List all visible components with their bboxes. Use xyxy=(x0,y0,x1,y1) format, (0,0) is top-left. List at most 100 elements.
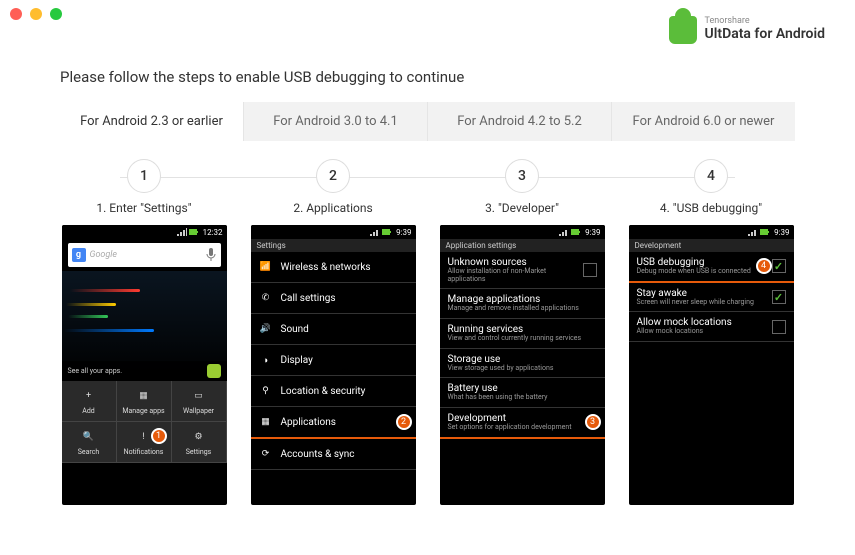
section-title: Application settings xyxy=(440,239,605,252)
google-logo-icon: g xyxy=(72,248,86,262)
step-3: 3 3. "Developer" 9:39 Application settin… xyxy=(440,159,605,505)
step-1: 1 1. Enter "Settings" 12:32 g Google See… xyxy=(62,159,227,505)
phone-icon: ✆ xyxy=(259,291,273,305)
home-hint-text: See all your apps. xyxy=(68,367,123,375)
settings-icon: ⚙ xyxy=(190,428,208,446)
row-sub: View storage used by applications xyxy=(448,365,597,373)
brand-main: UltData for Android xyxy=(705,27,825,42)
wifi-icon: 📶 xyxy=(259,260,273,274)
statusbar: 9:39 xyxy=(440,225,605,239)
step-1-label: 1. Enter "Settings" xyxy=(96,201,191,215)
tab-android-2-3[interactable]: For Android 2.3 or earlier xyxy=(60,102,244,141)
home-grid: + Add ▦ Manage apps ▭ Wallpaper 🔍 Search… xyxy=(62,381,227,463)
row-location: ⚲ Location & security xyxy=(251,376,416,407)
home-wallpaper: See all your apps. xyxy=(62,271,227,381)
row-stay-awake: Stay awake Screen will never sleep while… xyxy=(629,283,794,313)
home-label: Notifications xyxy=(124,448,164,456)
phone-3: 9:39 Application settings Unknown source… xyxy=(440,225,605,505)
statusbar: 9:39 xyxy=(629,225,794,239)
home-item-search: 🔍 Search xyxy=(62,422,117,463)
row-display: ◑ Display xyxy=(251,345,416,376)
statusbar-time: 12:32 xyxy=(203,228,223,237)
home-label: Wallpaper xyxy=(183,407,214,415)
row-usb-debugging: USB debugging Debug mode when USB is con… xyxy=(629,252,794,283)
tabs: For Android 2.3 or earlier For Android 3… xyxy=(60,102,795,141)
signal-icon xyxy=(559,228,569,236)
step-3-number: 3 xyxy=(505,159,539,193)
row-applications: ▦ Applications 2 xyxy=(251,407,416,439)
statusbar: 12:32 xyxy=(62,225,227,239)
row-running: Running services View and control curren… xyxy=(440,319,605,349)
sync-icon: ⟳ xyxy=(259,447,273,461)
row-sub: Manage and remove installed applications xyxy=(448,305,597,313)
step-4-label: 4. "USB debugging" xyxy=(660,201,762,215)
close-window-button[interactable] xyxy=(10,8,22,20)
home-item-settings: ⚙ Settings xyxy=(172,422,227,463)
row-title: Applications xyxy=(281,417,408,428)
step-1-number: 1 xyxy=(127,159,161,193)
signal-icon xyxy=(748,228,758,236)
home-hint: See all your apps. xyxy=(62,361,227,381)
row-title: Accounts & sync xyxy=(281,449,408,460)
row-accounts: ⟳ Accounts & sync xyxy=(251,439,416,470)
row-unknown-sources: Unknown sources Allow installation of no… xyxy=(440,252,605,289)
row-wireless: 📶 Wireless & networks xyxy=(251,252,416,283)
callout-2: 2 xyxy=(396,414,412,430)
display-icon: ◑ xyxy=(259,353,273,367)
steps: 1 1. Enter "Settings" 12:32 g Google See… xyxy=(0,141,855,505)
battery-icon xyxy=(189,228,199,236)
section-title: Settings xyxy=(251,239,416,252)
brand-icon xyxy=(669,16,697,44)
row-sub: Screen will never sleep while charging xyxy=(637,299,764,307)
callout-1: 1 xyxy=(151,428,167,444)
tab-android-3-0[interactable]: For Android 3.0 to 4.1 xyxy=(244,102,428,141)
callout-3: 3 xyxy=(585,414,601,430)
grid-icon: ▦ xyxy=(135,387,153,405)
home-item-manage-apps: ▦ Manage apps xyxy=(117,381,172,422)
signal-icon xyxy=(177,228,187,236)
statusbar-time: 9:39 xyxy=(396,228,411,237)
tab-android-4-2[interactable]: For Android 4.2 to 5.2 xyxy=(428,102,612,141)
home-label: Manage apps xyxy=(122,407,164,415)
image-icon: ▭ xyxy=(190,387,208,405)
statusbar-time: 9:39 xyxy=(774,228,789,237)
row-mock-locations: Allow mock locations Allow mock location… xyxy=(629,312,794,342)
row-title: Display xyxy=(281,355,408,366)
plus-icon: + xyxy=(80,387,98,405)
brand: Tenorshare UltData for Android xyxy=(669,16,825,44)
tab-android-6-0[interactable]: For Android 6.0 or newer xyxy=(612,102,795,141)
row-title: Location & security xyxy=(281,386,408,397)
search-icon: 🔍 xyxy=(80,428,98,446)
row-call: ✆ Call settings xyxy=(251,283,416,314)
row-development: Development Set options for application … xyxy=(440,408,605,439)
row-sound: 🔊 Sound xyxy=(251,314,416,345)
step-2: 2 2. Applications 9:39 Settings 📶 Wirele… xyxy=(251,159,416,505)
traffic-lights xyxy=(10,8,62,20)
row-battery: Battery use What has been using the batt… xyxy=(440,378,605,408)
alert-icon: ! xyxy=(135,428,153,446)
android-icon xyxy=(207,364,221,378)
statusbar: 9:39 xyxy=(251,225,416,239)
statusbar-time: 9:39 xyxy=(585,228,600,237)
row-sub: Allow mock locations xyxy=(637,328,764,336)
step-3-label: 3. "Developer" xyxy=(485,201,559,215)
home-item-notifications: ! Notifications 1 xyxy=(117,422,172,463)
row-sub: What has been using the battery xyxy=(448,394,597,402)
row-manage-apps: Manage applications Manage and remove in… xyxy=(440,289,605,319)
apps-icon: ▦ xyxy=(259,415,273,429)
checkbox xyxy=(772,320,786,334)
row-title: Wireless & networks xyxy=(281,262,408,273)
maximize-window-button[interactable] xyxy=(50,8,62,20)
minimize-window-button[interactable] xyxy=(30,8,42,20)
row-storage: Storage use View storage used by applica… xyxy=(440,349,605,379)
phone-2: 9:39 Settings 📶 Wireless & networks ✆ Ca… xyxy=(251,225,416,505)
signal-icon xyxy=(370,228,380,236)
battery-icon xyxy=(760,228,770,236)
home-item-wallpaper: ▭ Wallpaper xyxy=(172,381,227,422)
battery-icon xyxy=(571,228,581,236)
sound-icon: 🔊 xyxy=(259,322,273,336)
location-icon: ⚲ xyxy=(259,384,273,398)
section-title: Development xyxy=(629,239,794,252)
row-sub: Set options for application development xyxy=(448,424,597,432)
home-label: Search xyxy=(78,448,100,456)
